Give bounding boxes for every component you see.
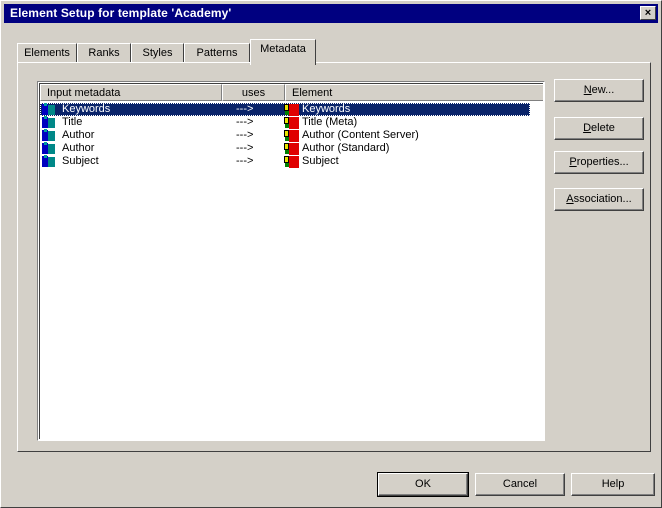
tab-label: Ranks	[88, 47, 120, 59]
metadata-input-icon	[42, 116, 58, 129]
element-icon	[284, 116, 300, 129]
element-icon	[284, 155, 300, 168]
uses-cell: --->	[236, 129, 254, 141]
uses-cell: --->	[236, 103, 254, 115]
uses-cell: --->	[236, 116, 254, 128]
element-icon	[284, 129, 300, 142]
uses-cell: --->	[236, 155, 254, 167]
button-label: elete	[591, 122, 615, 134]
tab-label: Metadata	[260, 43, 306, 55]
metadata-input-icon	[42, 103, 58, 116]
button-label: roperties...	[576, 156, 629, 168]
tab-styles[interactable]: Styles	[131, 43, 184, 63]
cancel-button[interactable]: Cancel	[475, 473, 565, 496]
list-row[interactable]: Author ---> Author (Standard)	[40, 142, 530, 155]
close-icon[interactable]: ×	[640, 6, 656, 20]
element-cell: Author (Standard)	[302, 142, 390, 154]
dialog-window: Element Setup for template 'Academy' × E…	[0, 0, 662, 508]
input-metadata-cell: Author	[62, 129, 95, 141]
title-bar[interactable]: Element Setup for template 'Academy' ×	[4, 4, 658, 23]
element-icon	[284, 103, 300, 116]
metadata-input-icon	[42, 129, 58, 142]
input-metadata-cell: Subject	[62, 155, 99, 167]
tab-label: Elements	[24, 47, 70, 59]
tab-elements[interactable]: Elements	[17, 43, 77, 63]
element-cell: Title (Meta)	[302, 116, 358, 128]
tab-metadata[interactable]: Metadata	[250, 39, 316, 65]
properties-button[interactable]: Properties...	[554, 151, 644, 174]
delete-button[interactable]: Delete	[554, 117, 644, 140]
tab-ranks[interactable]: Ranks	[77, 43, 131, 63]
button-label: ssociation...	[573, 193, 632, 205]
accelerator-key: P	[569, 156, 577, 168]
column-header-input-metadata[interactable]: Input metadata	[40, 84, 222, 101]
metadata-list[interactable]: Input metadata uses Element Keywords ---…	[37, 81, 545, 441]
input-metadata-cell: Author	[62, 142, 95, 154]
input-metadata-cell: Title	[62, 116, 83, 128]
list-header: Input metadata uses Element	[40, 84, 543, 101]
input-metadata-cell: Keywords	[62, 103, 111, 115]
association-button[interactable]: Association...	[554, 188, 644, 211]
accelerator-key: D	[583, 122, 592, 134]
list-row[interactable]: Author ---> Author (Content Server)	[40, 129, 530, 142]
column-header-element[interactable]: Element	[285, 84, 543, 101]
ok-button[interactable]: OK	[377, 472, 469, 497]
window-title: Element Setup for template 'Academy'	[10, 6, 232, 20]
new-button[interactable]: New...	[554, 79, 644, 102]
list-row[interactable]: Keywords ---> Keywords	[40, 103, 530, 116]
accelerator-key: N	[583, 84, 592, 96]
element-cell: Subject	[302, 155, 339, 167]
column-header-uses[interactable]: uses	[222, 84, 285, 101]
element-cell: Keywords	[302, 103, 351, 115]
element-cell: Author (Content Server)	[302, 129, 419, 141]
help-button[interactable]: Help	[571, 473, 655, 496]
element-icon	[284, 142, 300, 155]
accelerator-key: A	[566, 193, 574, 205]
uses-cell: --->	[236, 142, 254, 154]
tab-label: Patterns	[196, 47, 238, 59]
list-row[interactable]: Subject ---> Subject	[40, 155, 530, 168]
list-row[interactable]: Title ---> Title (Meta)	[40, 116, 530, 129]
metadata-input-icon	[42, 142, 58, 155]
tab-label: Styles	[142, 47, 173, 59]
button-label: ew...	[591, 84, 615, 96]
metadata-input-icon	[42, 155, 58, 168]
tab-patterns[interactable]: Patterns	[184, 43, 250, 63]
